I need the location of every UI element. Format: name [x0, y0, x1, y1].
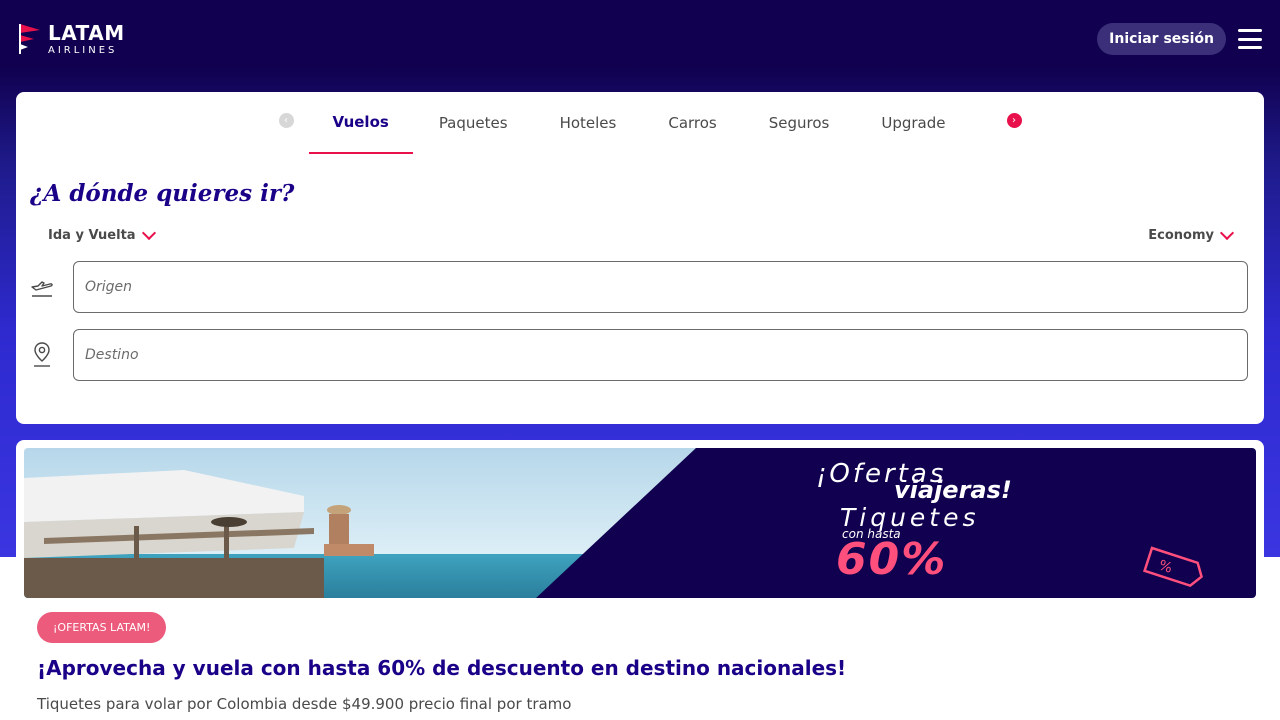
logo-sub-text: AIRLINES [48, 44, 118, 56]
search-title: ¿A dónde quieres ir? [30, 180, 295, 207]
site-header: LATAM AIRLINES Iniciar sesión [0, 0, 1280, 78]
location-pin-icon [34, 342, 50, 367]
promo-banner[interactable]: ¡Ofertas viajeras! Tiquetes con hasta 60… [24, 448, 1256, 598]
flight-search-card: ‹ Vuelos Paquetes Hoteles Carros Seguros… [16, 92, 1264, 424]
offer-card[interactable]: ¡Ofertas viajeras! Tiquetes con hasta 60… [16, 440, 1264, 720]
tab-seguros[interactable]: Seguros [743, 92, 856, 154]
logo-main-text: LATAM [48, 20, 125, 45]
tabs-prev-arrow-icon[interactable]: ‹ [278, 113, 294, 128]
hamburger-menu-icon[interactable] [1238, 29, 1262, 49]
login-button[interactable]: Iniciar sesión [1097, 23, 1226, 55]
tab-hoteles[interactable]: Hoteles [534, 92, 643, 154]
cabin-class-dropdown[interactable]: Economy [1148, 225, 1235, 243]
cabin-class-label: Economy [1148, 228, 1214, 243]
promo-banner-image: ¡Ofertas viajeras! Tiquetes con hasta 60… [24, 448, 1256, 598]
banner-line5: 60% [836, 534, 947, 585]
trip-type-dropdown[interactable]: Ida y Vuelta [48, 225, 156, 243]
chevron-down-icon [141, 225, 156, 241]
plane-takeoff-icon [31, 281, 53, 297]
tab-upgrade[interactable]: Upgrade [855, 92, 971, 154]
banner-line2: viajeras! [894, 476, 1012, 504]
offers-badge: ¡OFERTAS LATAM! [37, 612, 167, 643]
offer-subtitle: Tiquetes para volar por Colombia desde $… [37, 695, 572, 713]
origin-input[interactable] [73, 261, 1248, 313]
destination-input[interactable] [73, 329, 1248, 381]
offer-title[interactable]: ¡Aprovecha y vuela con hasta 60% de desc… [37, 656, 846, 680]
latam-logo-icon [19, 24, 40, 54]
origin-row [16, 261, 1264, 313]
tab-vuelos[interactable]: Vuelos [308, 92, 413, 154]
tab-paquetes[interactable]: Paquetes [413, 92, 534, 154]
trip-type-label: Ida y Vuelta [48, 228, 136, 243]
tab-carros[interactable]: Carros [642, 92, 742, 154]
tabs-next-arrow-icon[interactable]: › [1006, 113, 1022, 128]
chevron-down-icon [1219, 225, 1235, 241]
product-tabs: ‹ Vuelos Paquetes Hoteles Carros Seguros… [16, 92, 1264, 154]
destination-row [16, 329, 1264, 381]
latam-logo[interactable]: LATAM AIRLINES [18, 22, 125, 56]
